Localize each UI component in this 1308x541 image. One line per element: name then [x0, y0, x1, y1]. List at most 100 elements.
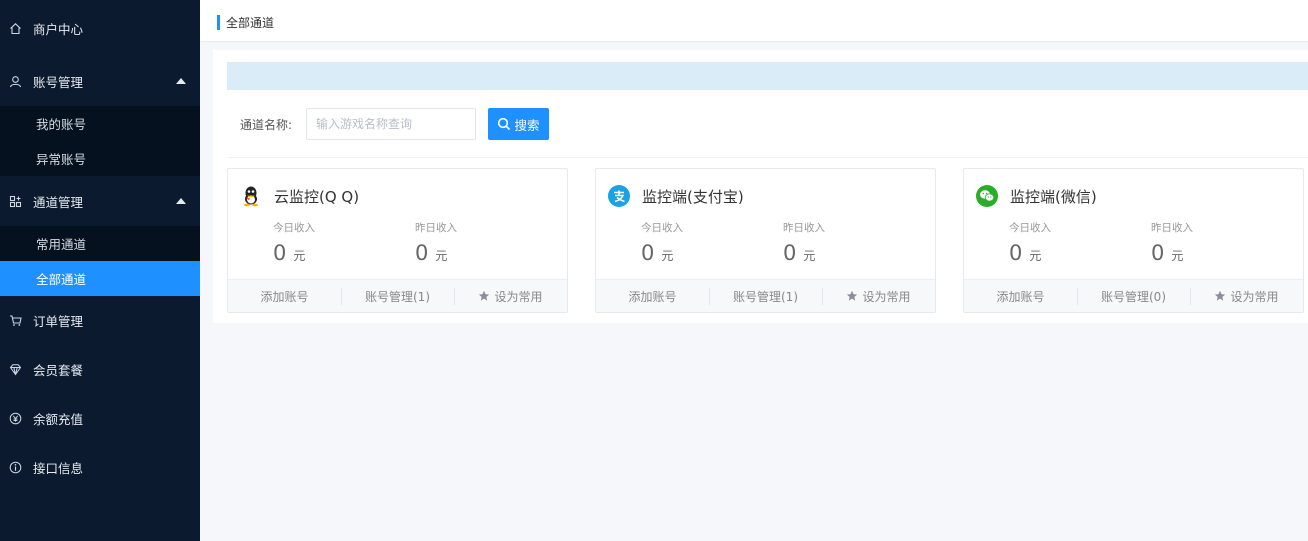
stat-number: 0 [1009, 241, 1023, 265]
stat-unit: 元 [661, 249, 674, 263]
nav-item-label: 会员套餐 [33, 363, 84, 378]
search-icon [498, 117, 511, 131]
stat-unit: 元 [803, 249, 816, 263]
channel-card-wechat: 监控端(微信) 今日收入 0 元 昨日收入 0 元 添加账号 账号管理(0) 设… [963, 168, 1304, 313]
today-income: 今日收入 0 元 [1009, 220, 1051, 265]
yesterday-income: 昨日收入 0 元 [783, 220, 825, 265]
stat-number: 0 [783, 241, 797, 265]
main-panel: 通道名称: 搜索 云监控(Q Q) 今日收入 0 元 昨日收入 0 元 [213, 50, 1308, 323]
collapse-arrow-icon[interactable] [176, 78, 186, 84]
stat-unit: 元 [435, 249, 448, 263]
sidebar: 商户中心 账号管理 我的账号 异常账号 通道管理 常用通道 全部通道 订单管理 … [0, 0, 200, 541]
qq-icon [240, 185, 262, 207]
stat-label: 昨日收入 [783, 222, 825, 234]
nav-group-account[interactable]: 账号管理 [0, 56, 200, 106]
user-icon [8, 74, 22, 88]
stat-value: 0 元 [1151, 241, 1193, 265]
card-header: 监控端(支付宝) [608, 185, 744, 207]
wechat-icon [976, 185, 998, 207]
alipay-icon [608, 185, 630, 207]
set-favorite-label: 设为常用 [494, 289, 543, 304]
notice-bar [227, 62, 1308, 90]
card-title: 监控端(支付宝) [642, 187, 744, 206]
manage-accounts-button[interactable]: 账号管理(1) [709, 280, 822, 312]
nav-group-label: 账号管理 [33, 74, 84, 90]
stat-value: 0 元 [783, 241, 825, 265]
stat-number: 0 [273, 241, 287, 265]
account-submenu: 我的账号 异常账号 [0, 106, 200, 176]
nav-item-recharge[interactable]: 余额充值 [0, 394, 200, 443]
set-favorite-button[interactable]: 设为常用 [822, 280, 935, 312]
stat-label: 今日收入 [273, 222, 315, 234]
stat-label: 昨日收入 [1151, 222, 1193, 234]
card-header: 云监控(Q Q) [240, 185, 359, 207]
card-footer: 添加账号 账号管理(1) 设为常用 [596, 279, 935, 312]
nav-item-label: 接口信息 [33, 461, 84, 476]
channel-card-qq: 云监控(Q Q) 今日收入 0 元 昨日收入 0 元 添加账号 账号管理(1) … [227, 168, 568, 313]
info-icon [8, 461, 22, 475]
set-favorite-label: 设为常用 [1230, 289, 1279, 304]
add-account-button[interactable]: 添加账号 [596, 280, 709, 312]
set-favorite-label: 设为常用 [862, 289, 911, 304]
stat-label: 昨日收入 [415, 222, 457, 234]
nav-group-channel[interactable]: 通道管理 [0, 176, 200, 226]
nav-item-api-info[interactable]: 接口信息 [0, 443, 200, 492]
stat-value: 0 元 [1009, 241, 1051, 265]
manage-accounts-button[interactable]: 账号管理(1) [341, 280, 454, 312]
set-favorite-button[interactable]: 设为常用 [454, 280, 567, 312]
yesterday-income: 昨日收入 0 元 [415, 220, 457, 265]
nav-item-orders[interactable]: 订单管理 [0, 296, 200, 345]
stat-label: 今日收入 [641, 222, 683, 234]
yesterday-income: 昨日收入 0 元 [1151, 220, 1193, 265]
search-row: 通道名称: 搜索 [240, 108, 549, 140]
yen-icon [8, 412, 22, 426]
set-favorite-button[interactable]: 设为常用 [1190, 280, 1303, 312]
stat-value: 0 元 [641, 241, 683, 265]
page-title: 全部通道 [226, 15, 275, 30]
nav-item-membership[interactable]: 会员套餐 [0, 345, 200, 394]
card-title: 监控端(微信) [1010, 187, 1097, 206]
channel-card-alipay: 监控端(支付宝) 今日收入 0 元 昨日收入 0 元 添加账号 账号管理(1) … [595, 168, 936, 313]
nav-item-all-channels[interactable]: 全部通道 [0, 261, 200, 296]
search-label: 通道名称: [240, 117, 293, 132]
search-button[interactable]: 搜索 [488, 108, 549, 140]
nav-item-common-channels[interactable]: 常用通道 [0, 226, 200, 261]
today-income: 今日收入 0 元 [641, 220, 683, 265]
nav-item-my-accounts[interactable]: 我的账号 [0, 106, 200, 141]
breadcrumb: 全部通道 [217, 14, 274, 30]
divider [227, 157, 1308, 158]
nav-item-label: 商户中心 [33, 21, 84, 37]
nav-item-abnormal-accounts[interactable]: 异常账号 [0, 141, 200, 176]
search-button-label: 搜索 [514, 117, 540, 133]
stat-value: 0 元 [273, 241, 315, 265]
stat-unit: 元 [1171, 249, 1184, 263]
stat-number: 0 [1151, 241, 1165, 265]
manage-accounts-button[interactable]: 账号管理(0) [1077, 280, 1190, 312]
diamond-icon [8, 363, 22, 377]
add-account-button[interactable]: 添加账号 [228, 280, 341, 312]
stat-value: 0 元 [415, 241, 457, 265]
home-icon [8, 21, 22, 35]
nav-item-merchant-center[interactable]: 商户中心 [0, 0, 200, 56]
stat-number: 0 [641, 241, 655, 265]
card-footer: 添加账号 账号管理(0) 设为常用 [964, 279, 1303, 312]
topbar: 全部通道 [200, 0, 1308, 42]
search-input[interactable] [306, 108, 476, 140]
stat-number: 0 [415, 241, 429, 265]
nav-item-label: 订单管理 [33, 314, 84, 329]
add-account-button[interactable]: 添加账号 [964, 280, 1077, 312]
cart-icon [8, 314, 22, 328]
stat-label: 今日收入 [1009, 222, 1051, 234]
channel-submenu: 常用通道 全部通道 [0, 226, 200, 296]
stat-unit: 元 [293, 249, 306, 263]
nav-item-label: 余额充值 [33, 412, 84, 427]
card-title: 云监控(Q Q) [274, 187, 360, 206]
card-header: 监控端(微信) [976, 185, 1097, 207]
star-icon [479, 290, 490, 301]
star-icon [847, 290, 858, 301]
apps-icon [8, 194, 22, 208]
card-footer: 添加账号 账号管理(1) 设为常用 [228, 279, 567, 312]
nav-group-label: 通道管理 [33, 194, 84, 210]
collapse-arrow-icon[interactable] [176, 198, 186, 204]
today-income: 今日收入 0 元 [273, 220, 315, 265]
